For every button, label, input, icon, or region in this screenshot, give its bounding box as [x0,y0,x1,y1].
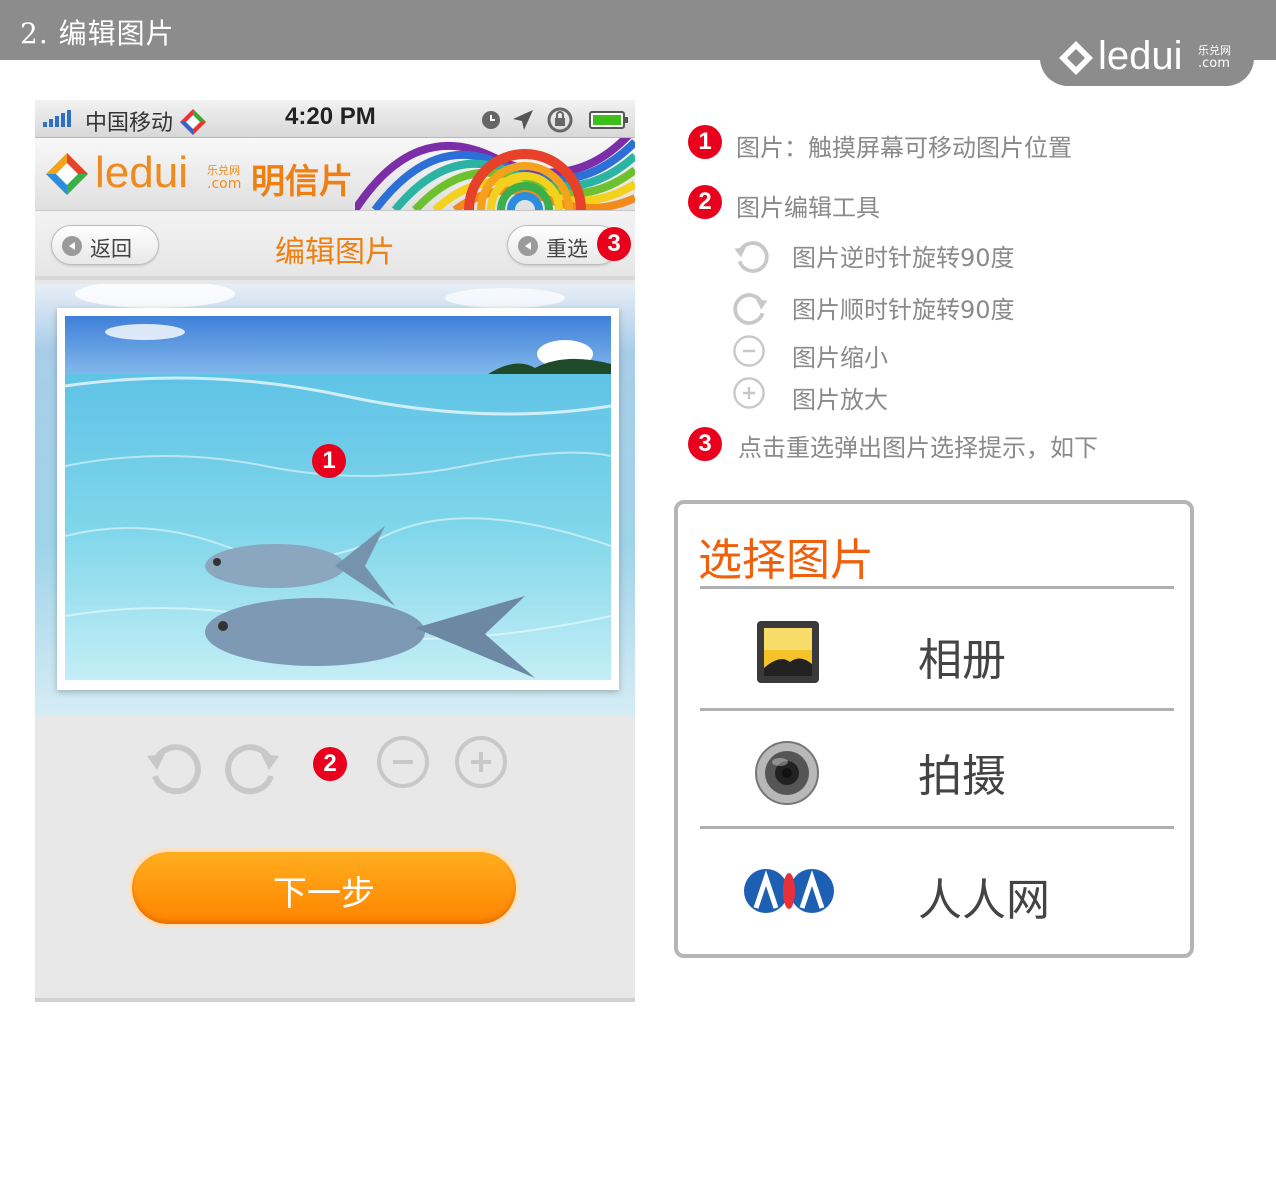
next-step-button-face: 下一步 [132,852,516,924]
legend-badge-2: 2 [688,185,722,219]
clock-icon [482,111,500,129]
option-camera-label: 拍摄 [918,751,1006,802]
rainbow-decoration [355,138,635,210]
app-title: 明信片 [251,162,353,202]
dialog-divider [700,586,1174,589]
location-arrow-icon [513,110,533,130]
next-step-label: 下一步 [273,874,375,914]
carrier-logo-icon [180,109,206,135]
legend-badge-1: 1 [688,125,722,159]
next-step-button[interactable]: 下一步 [128,848,520,928]
dialog-divider [700,708,1174,711]
rotate-ccw-icon[interactable] [143,736,203,796]
zoom-in-icon[interactable] [453,734,509,790]
legend-badge-3: 3 [688,427,722,461]
legend-zoom-in-icon [733,377,765,409]
brand-logo: ledui 乐兑网 .com [1040,30,1254,86]
app-brand-wordmark: ledui [95,148,188,197]
camera-icon [755,741,819,805]
reselect-button-label: 重选 [546,237,588,261]
rotate-cw-icon[interactable] [223,736,283,796]
brand-diamond-icon [1059,41,1093,75]
option-album-label: 相册 [918,635,1006,686]
legend-item-3: 点击重选弹出图片选择提示，如下 [738,434,1098,462]
brand-com: .com [1198,56,1230,71]
phone-screen: 中国移动 4:20 PM ledui 乐兑网 .com 明信片 返回 编辑图片 … [35,100,635,1002]
rotation-lock-icon [547,107,573,133]
album-icon [757,621,819,683]
badge-2: 2 [313,747,347,781]
legend-item-2: 图片编辑工具 [736,194,880,222]
legend-tool-zoom-out: 图片缩小 [792,344,888,372]
app-header: ledui 乐兑网 .com 明信片 [35,138,635,210]
nav-bar: 返回 编辑图片 重选 3 [35,210,635,280]
legend-rotate-ccw-icon [734,241,769,273]
battery-icon [589,111,628,129]
option-renren[interactable]: 人人网 [700,836,1174,948]
ledui-logo-icon [46,153,88,195]
choose-photo-dialog: 选择图片 相册 拍摄 人人网 [674,500,1194,958]
badge-1: 1 [312,444,346,478]
legend-tool-rotate-ccw: 图片逆时针旋转90度 [792,244,1015,272]
reselect-arrow-icon [518,236,538,256]
status-bar: 中国移动 4:20 PM [35,100,635,138]
option-renren-label: 人人网 [918,875,1050,926]
editable-photo[interactable] [65,316,611,680]
dialog-divider [700,826,1174,829]
renren-icon [744,869,834,913]
legend-zoom-out-icon [733,335,765,367]
dialog-title: 选择图片 [698,535,874,586]
status-time: 4:20 PM [285,103,376,130]
legend-tool-zoom-in: 图片放大 [792,386,888,414]
legend-item-1: 图片：触摸屏幕可移动图片位置 [736,134,1072,162]
page-section-title: 2. 编辑图片 [20,17,175,50]
legend-rotate-cw-icon [733,293,768,325]
photo-frame [57,308,619,690]
legend-tool-rotate-cw: 图片顺时针旋转90度 [792,296,1015,324]
brand-wordmark: ledui [1098,34,1183,78]
badge-3: 3 [597,227,631,261]
photo-canvas[interactable]: 1 [35,284,635,716]
option-camera[interactable]: 拍摄 [700,714,1174,826]
app-brand-com: .com [207,176,242,192]
carrier-name: 中国移动 [85,111,174,136]
zoom-out-icon[interactable] [375,734,431,790]
option-album[interactable]: 相册 [700,596,1174,708]
